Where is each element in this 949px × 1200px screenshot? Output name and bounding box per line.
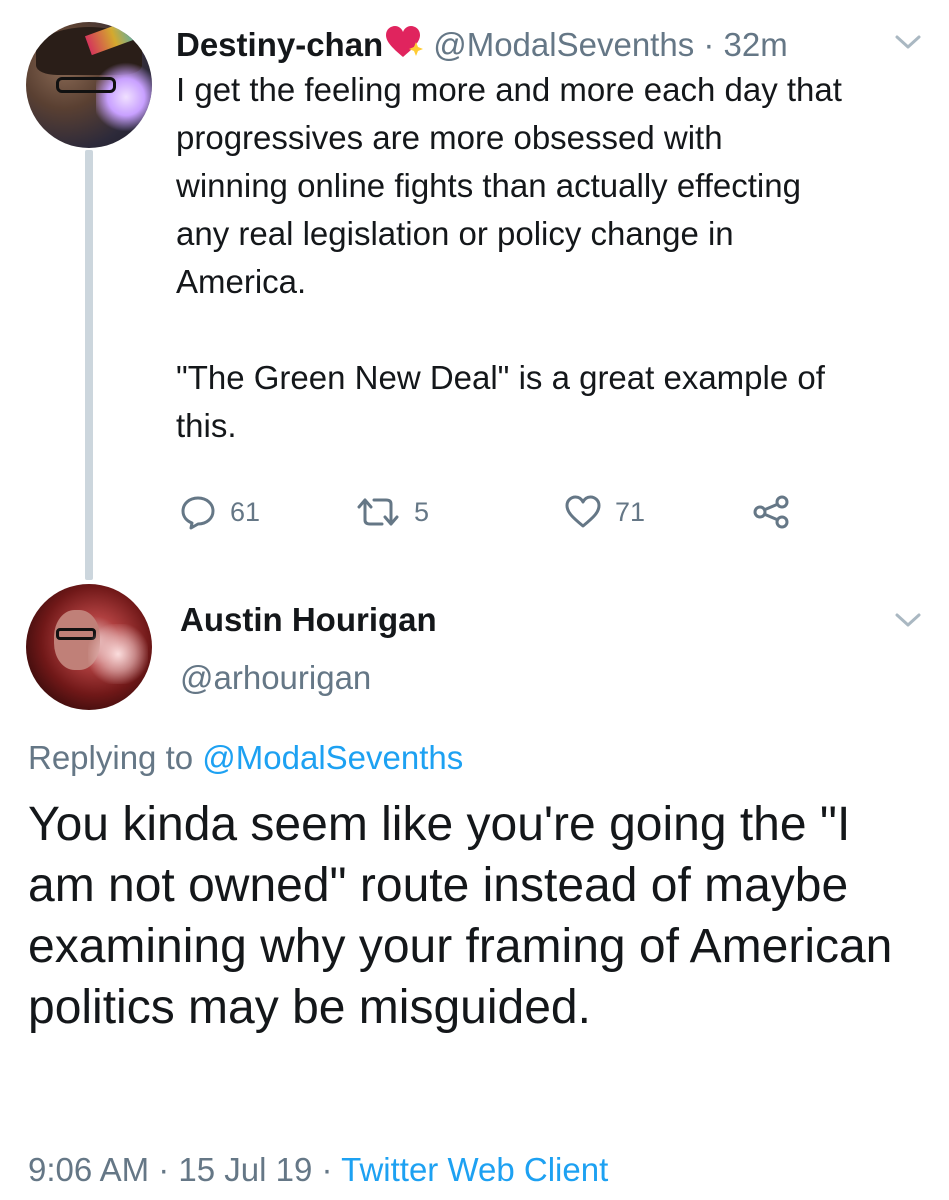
client-link[interactable]: Twitter Web Client [341,1151,608,1188]
tweet-time[interactable]: 9:06 AM [28,1151,149,1188]
avatar-destiny-chan[interactable] [26,22,152,148]
avatar-smoke [88,624,148,684]
avatar-glasses [56,77,116,93]
heart-icon [565,495,601,528]
tweet-date[interactable]: 15 Jul 19 [178,1151,312,1188]
like-count: 71 [615,496,646,527]
replying-to-label: Replying to [28,739,194,776]
like-button[interactable]: 71 [565,490,645,534]
replying-to-line: Replying to @ModalSevenths [28,738,463,778]
separator-dot: · [703,26,715,63]
sparkling-heart-icon [385,25,425,68]
avatar-glow [96,62,152,132]
parent-tweet: Destiny-chan @ModalSevenths · 32m I get t… [0,0,949,590]
tweet-metadata: 9:06 AM · 15 Jul 19 · Twitter Web Client [28,1150,608,1190]
display-name[interactable]: Austin Hourigan [180,600,437,640]
share-button[interactable] [752,490,790,534]
replying-to-handle-link[interactable]: @ModalSevenths [202,739,463,776]
tweet-time[interactable]: 32m [724,26,788,63]
separator-dot: · [321,1151,333,1188]
reply-button[interactable]: 61 [180,490,260,534]
avatar-austin-hourigan[interactable] [26,584,152,710]
tweet-text: You kinda seem like you're going the "I … [28,798,893,1034]
chevron-down-icon[interactable] [893,32,923,52]
display-name[interactable]: Destiny-chan [176,26,383,63]
retweet-button[interactable]: 5 [356,490,429,534]
tweet-actions: 61 5 71 [180,490,820,534]
share-icon [753,495,789,529]
user-handle[interactable]: @ModalSevenths [433,26,694,63]
tweet-text: I get the feeling more and more each day… [176,71,842,444]
reply-icon [181,496,215,530]
tweet-header: Destiny-chan @ModalSevenths · 32m [176,22,788,65]
user-handle[interactable]: @arhourigan [180,658,371,698]
retweet-count: 5 [414,496,430,527]
thread-connector-line [85,150,93,580]
chevron-down-icon[interactable] [893,610,923,630]
separator-dot: · [158,1151,170,1188]
reply-count: 61 [230,496,261,527]
retweet-icon [357,498,399,526]
